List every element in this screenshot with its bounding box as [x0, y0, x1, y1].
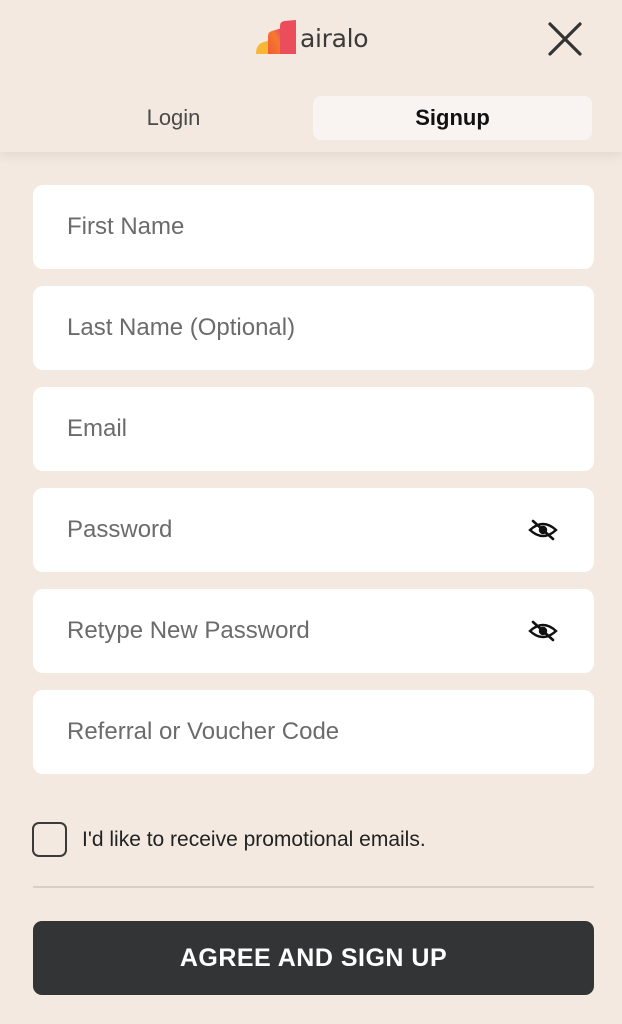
- modal-header: airalo Login Signup: [0, 0, 622, 152]
- promo-checkbox[interactable]: [32, 822, 67, 857]
- password-field[interactable]: [33, 488, 594, 572]
- first-name-field[interactable]: [33, 185, 594, 269]
- tab-signup[interactable]: Signup: [313, 96, 592, 140]
- signup-form: [33, 185, 594, 791]
- brand-name: airalo: [300, 23, 369, 53]
- first-name-field-container: [33, 185, 594, 269]
- close-button[interactable]: [546, 20, 584, 58]
- tab-login[interactable]: Login: [34, 96, 313, 140]
- email-field-container: [33, 387, 594, 471]
- referral-field-container: [33, 690, 594, 774]
- auth-tabs: Login Signup: [34, 96, 592, 140]
- email-field[interactable]: [33, 387, 594, 471]
- promo-label: I'd like to receive promotional emails.: [82, 827, 426, 851]
- airalo-logo: airalo: [256, 20, 369, 56]
- eye-slash-icon: [528, 519, 558, 541]
- retype-password-field-container: [33, 589, 594, 673]
- divider: [33, 886, 594, 888]
- retype-password-visibility-toggle[interactable]: [528, 619, 558, 643]
- referral-code-field[interactable]: [33, 690, 594, 774]
- eye-slash-icon: [528, 620, 558, 642]
- retype-password-field[interactable]: [33, 589, 594, 673]
- last-name-field[interactable]: [33, 286, 594, 370]
- agree-and-sign-up-button[interactable]: AGREE AND SIGN UP: [33, 921, 594, 995]
- last-name-field-container: [33, 286, 594, 370]
- airalo-logo-icon: [256, 20, 296, 54]
- password-field-container: [33, 488, 594, 572]
- close-icon: [548, 22, 582, 56]
- promo-opt-in: I'd like to receive promotional emails.: [32, 822, 426, 857]
- password-visibility-toggle[interactable]: [528, 518, 558, 542]
